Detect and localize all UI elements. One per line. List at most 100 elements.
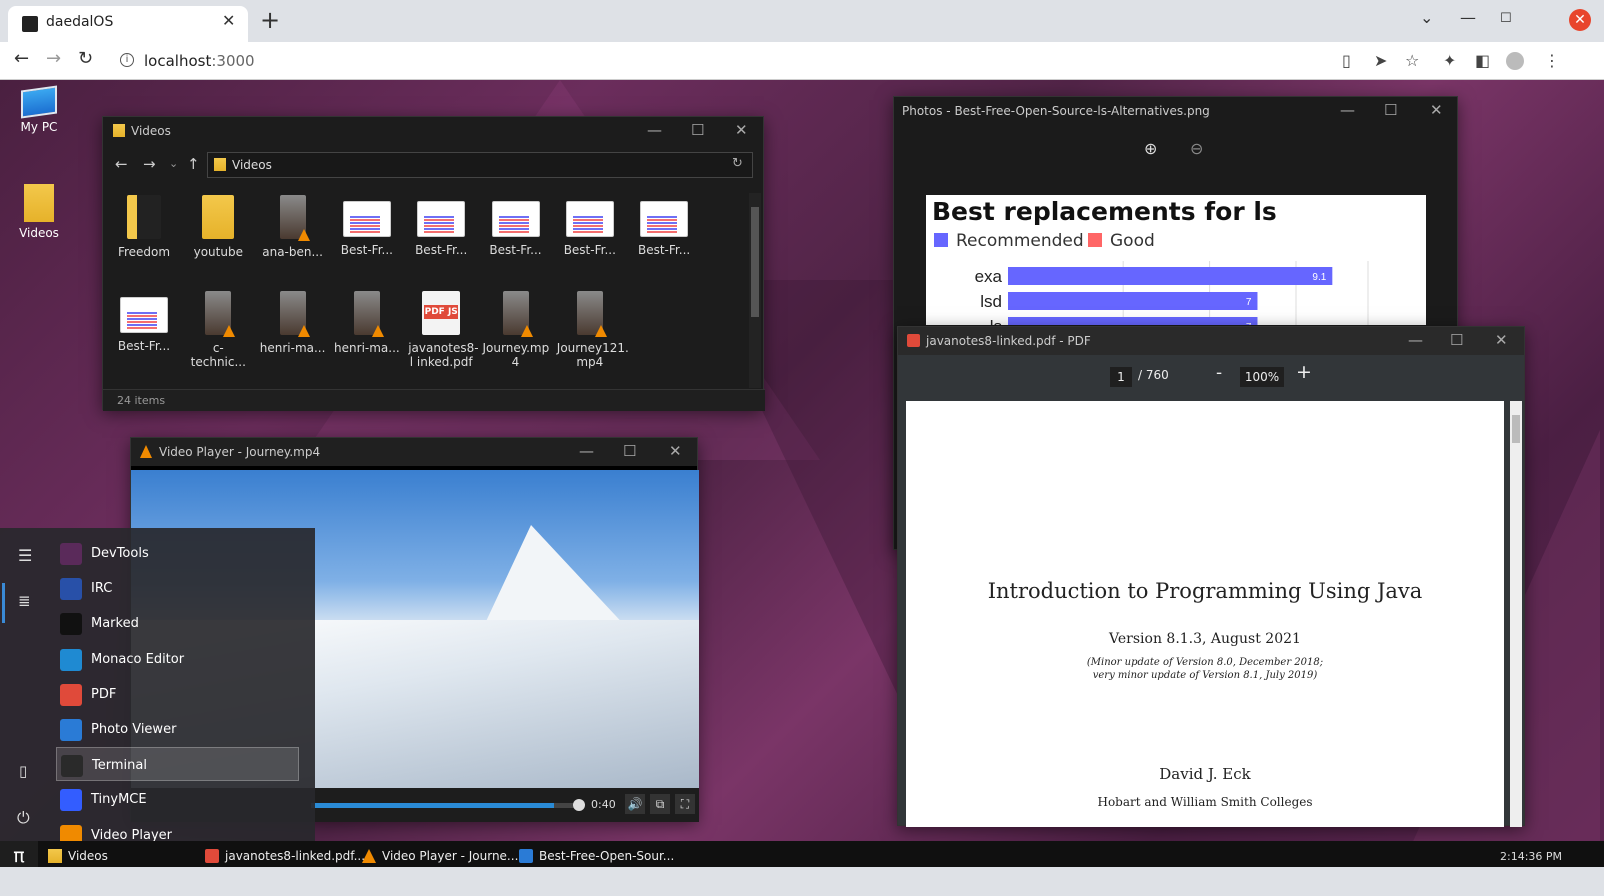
start-menu-item[interactable]: IRC [56, 571, 299, 605]
close-icon[interactable]: ✕ [1495, 331, 1508, 349]
file-item[interactable]: Journey.mp 4 [483, 291, 549, 369]
close-icon[interactable]: ✕ [735, 121, 748, 139]
file-item[interactable]: henri-ma... [334, 291, 400, 355]
minimize-icon[interactable]: — [1340, 101, 1355, 119]
seek-bar[interactable] [311, 803, 581, 808]
desktop-icon-videos[interactable]: Videos [4, 184, 74, 240]
start-menu-item[interactable]: Monaco Editor [56, 642, 299, 676]
start-menu-item[interactable]: Terminal [56, 747, 299, 782]
video-thumbnail-icon [576, 291, 607, 337]
close-icon[interactable]: ✕ [669, 442, 682, 460]
start-menu-item[interactable]: DevTools [56, 536, 299, 570]
file-item[interactable]: henri-ma... [260, 291, 326, 355]
file-item[interactable]: c-technic... [185, 291, 251, 369]
tab-close-icon[interactable]: ✕ [222, 11, 235, 30]
picture-in-picture-icon[interactable]: ⧉ [650, 794, 670, 814]
minimize-icon[interactable]: — [1460, 8, 1476, 27]
maximize-icon[interactable]: ☐ [691, 121, 704, 139]
up-icon[interactable]: ↑ [187, 155, 200, 173]
start-menu-item[interactable]: Photo Viewer [56, 712, 299, 746]
bookmark-star-icon[interactable]: ☆ [1405, 51, 1419, 70]
new-tab-icon[interactable]: + [260, 6, 280, 34]
send-icon[interactable]: ➤ [1374, 51, 1387, 70]
tab-search-icon[interactable]: ⌄ [1420, 8, 1433, 27]
zoom-in-button[interactable]: + [1296, 361, 1312, 383]
zoom-level[interactable]: 100% [1240, 367, 1284, 387]
power-icon[interactable]: ⏻ [17, 808, 30, 828]
start-menu-item[interactable]: Marked [56, 606, 299, 640]
pdf-scrollbar[interactable] [1510, 401, 1522, 827]
side-panel-icon[interactable]: ◧ [1475, 51, 1490, 70]
pdf-file-icon: PDF JS [422, 291, 461, 335]
photo-viewer-icon [519, 849, 533, 863]
taskbar-entry-pdf[interactable]: javanotes8-linked.pdf... [199, 841, 365, 867]
back-icon[interactable]: ← [14, 48, 29, 69]
reload-icon[interactable]: ↻ [78, 48, 93, 69]
start-button[interactable]: π [0, 841, 38, 867]
file-item[interactable]: Freedom [111, 195, 177, 259]
file-item[interactable]: Best-Fr... [557, 195, 623, 257]
close-icon[interactable]: ✕ [1430, 101, 1443, 119]
explorer-titlebar[interactable]: Videos — ☐ ✕ [103, 117, 763, 145]
volume-icon[interactable]: 🔊 [625, 794, 645, 814]
data-label: 7 [1246, 322, 1252, 325]
maximize-icon[interactable]: ☐ [623, 442, 636, 460]
taskbar-entry-videos[interactable]: Videos [42, 841, 192, 867]
recent-chevron-icon[interactable]: ⌄ [169, 157, 178, 170]
page-icon[interactable]: ▯ [1342, 51, 1351, 70]
file-item[interactable]: Best-Fr... [631, 195, 697, 257]
minimize-icon[interactable]: — [579, 442, 594, 460]
profile-avatar[interactable] [1506, 52, 1524, 70]
photos-titlebar[interactable]: Photos - Best-Free-Open-Source-ls-Altern… [894, 97, 1457, 125]
clock[interactable]: 2:14:36 PM [1500, 850, 1562, 863]
zoom-out-icon[interactable]: ⊖ [1190, 139, 1203, 158]
file-item[interactable]: youtube [185, 195, 251, 259]
file-item[interactable]: Best-Fr... [334, 195, 400, 257]
file-item[interactable]: PDF JS javanotes8-l inked.pdf [408, 291, 479, 369]
start-menu-item[interactable]: PDF [56, 677, 299, 711]
close-browser-icon[interactable]: ✕ [1569, 9, 1591, 31]
maximize-icon[interactable]: ☐ [1384, 101, 1397, 119]
pdf-titlebar[interactable]: javanotes8-linked.pdf - PDF — ☐ ✕ [898, 327, 1524, 355]
address-field[interactable]: Videos ↻ [207, 152, 753, 178]
zoom-in-icon[interactable]: ⊕ [1144, 139, 1157, 158]
file-explorer-window[interactable]: Videos — ☐ ✕ ← → ⌄ ↑ Videos ↻ Freedom you… [102, 116, 765, 411]
explorer-scrollbar[interactable] [749, 193, 761, 388]
seek-handle[interactable] [573, 799, 585, 811]
back-icon[interactable]: ← [115, 155, 128, 173]
file-item[interactable]: Best-Fr... [408, 195, 474, 257]
folder-icon [113, 124, 125, 137]
extensions-icon[interactable]: ✦ [1443, 51, 1456, 70]
taskbar-entry-photos[interactable]: Best-Free-Open-Sour... [513, 841, 674, 867]
documents-icon[interactable]: ▯ [19, 762, 27, 780]
taskbar-entry-video-player[interactable]: Video Player - Journe... [356, 841, 518, 867]
browser-tab[interactable]: daedalOS ✕ [8, 6, 248, 42]
hamburger-menu-icon[interactable]: ☰ [18, 546, 32, 565]
folder-icon [24, 184, 54, 222]
maximize-icon[interactable]: ☐ [1500, 11, 1512, 26]
category-label: ls [990, 317, 1002, 325]
address-bar[interactable]: i localhost:3000 [112, 46, 1312, 76]
all-apps-icon[interactable]: ≣ [18, 592, 31, 610]
vlc-cone-icon [140, 445, 152, 458]
minimize-icon[interactable]: — [1408, 331, 1423, 349]
minimize-icon[interactable]: — [647, 121, 662, 139]
fullscreen-icon[interactable]: ⛶ [675, 794, 695, 814]
pdf-window[interactable]: javanotes8-linked.pdf - PDF — ☐ ✕ 1 / 76… [897, 326, 1525, 827]
desktop-icon-my-pc[interactable]: My PC [4, 85, 74, 134]
start-menu-item[interactable]: TinyMCE [56, 782, 299, 816]
page-number-input[interactable]: 1 [1110, 367, 1132, 387]
forward-icon[interactable]: → [46, 48, 61, 69]
video-titlebar[interactable]: Video Player - Journey.mp4 — ☐ ✕ [131, 438, 697, 466]
refresh-icon[interactable]: ↻ [732, 156, 743, 171]
file-item[interactable]: Best-Fr... [111, 291, 177, 353]
file-item[interactable]: Journey121. mp4 [557, 291, 629, 369]
file-item[interactable]: ana-ben... [260, 195, 326, 259]
forward-icon[interactable]: → [143, 155, 156, 173]
site-info-icon[interactable]: i [120, 53, 134, 67]
computer-icon [21, 85, 57, 119]
zoom-out-button[interactable]: - [1216, 363, 1222, 383]
file-item[interactable]: Best-Fr... [483, 195, 549, 257]
maximize-icon[interactable]: ☐ [1450, 331, 1463, 349]
menu-kebab-icon[interactable]: ⋮ [1544, 51, 1560, 70]
